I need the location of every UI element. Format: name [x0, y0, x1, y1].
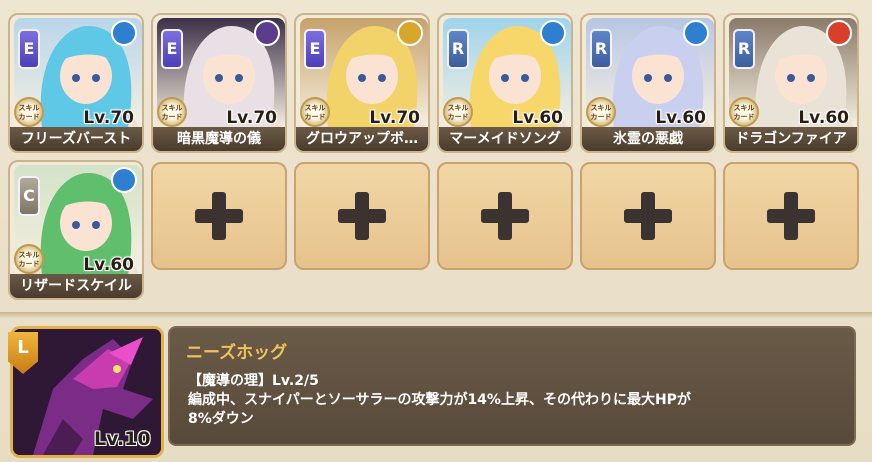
- skill-card-icon: スキル カード: [729, 97, 759, 127]
- water-element-icon: [111, 20, 137, 46]
- water-element-icon: [683, 20, 709, 46]
- light-element-icon: [397, 20, 423, 46]
- unit-name: マーメイドソング: [439, 127, 571, 151]
- unit-card[interactable]: E スキル カード Lv.70 グロウアップボ…: [294, 13, 430, 153]
- rank-badge: E: [18, 29, 40, 69]
- skill-card-icon: スキル カード: [300, 97, 330, 127]
- skill-card-icon: スキル カード: [586, 97, 616, 127]
- unit-name: 氷霊の悪戯: [582, 127, 714, 151]
- unit-level: Lv.70: [226, 108, 277, 128]
- rank-badge: R: [733, 29, 755, 69]
- skill-card-icon: スキル カード: [443, 97, 473, 127]
- leader-level: Lv.10: [94, 428, 151, 450]
- unit-card[interactable]: R スキル カード Lv.60 ドラゴンファイア: [723, 13, 859, 153]
- unit-name: グロウアップボ…: [296, 127, 428, 151]
- unit-card[interactable]: R スキル カード Lv.60 マーメイドソング: [437, 13, 573, 153]
- rank-badge: R: [590, 29, 612, 69]
- water-element-icon: [540, 20, 566, 46]
- unit-level: Lv.70: [369, 108, 420, 128]
- plus-icon: [193, 190, 245, 242]
- desc-line: 8%ダウン: [188, 411, 254, 427]
- water-element-icon: [111, 167, 137, 193]
- leader-skill-panel: ニーズホッグ 【魔導の理】Lv.2/5 編成中、スナイパーとソーサラーの攻撃力が…: [168, 326, 856, 446]
- plus-icon: [765, 190, 817, 242]
- unit-level: Lv.60: [512, 108, 563, 128]
- skill-card-icon: スキル カード: [14, 244, 44, 274]
- fire-element-icon: [826, 20, 852, 46]
- plus-icon: [336, 190, 388, 242]
- unit-card[interactable]: R スキル カード Lv.60 氷霊の悪戯: [580, 13, 716, 153]
- skill-card-icon: スキル カード: [14, 97, 44, 127]
- unit-level: Lv.70: [83, 108, 134, 128]
- unit-card[interactable]: E スキル カード Lv.70 暗黒魔導の儀: [151, 13, 287, 153]
- plus-icon: [479, 190, 531, 242]
- dark-element-icon: [254, 20, 280, 46]
- skill-line: 【魔導の理】Lv.2/5: [188, 373, 319, 389]
- empty-slot[interactable]: [437, 162, 573, 270]
- desc-line: 編成中、スナイパーとソーサラーの攻撃力が14%上昇、その代わりに最大HPが: [188, 392, 691, 408]
- empty-slot[interactable]: [723, 162, 859, 270]
- unit-name: リザードスケイル: [10, 274, 142, 298]
- rank-badge: R: [447, 29, 469, 69]
- section-divider: [0, 312, 872, 318]
- unit-name: フリーズバースト: [10, 127, 142, 151]
- leader-name: ニーズホッグ: [186, 343, 288, 363]
- rank-badge: E: [304, 29, 326, 69]
- plus-icon: [622, 190, 674, 242]
- empty-slot[interactable]: [151, 162, 287, 270]
- skill-card-icon: スキル カード: [157, 97, 187, 127]
- unit-level: Lv.60: [83, 255, 134, 275]
- rank-badge: E: [161, 29, 183, 69]
- leader-skill-description: 【魔導の理】Lv.2/5 編成中、スナイパーとソーサラーの攻撃力が14%上昇、そ…: [188, 372, 828, 429]
- unit-card[interactable]: E スキル カード Lv.70 フリーズバースト: [8, 13, 144, 153]
- unit-name: ドラゴンファイア: [725, 127, 857, 151]
- empty-slot[interactable]: [294, 162, 430, 270]
- empty-slot[interactable]: [580, 162, 716, 270]
- unit-name: 暗黒魔導の儀: [153, 127, 285, 151]
- unit-card[interactable]: C スキル カード Lv.60 リザードスケイル: [8, 160, 144, 300]
- unit-level: Lv.60: [798, 108, 849, 128]
- unit-level: Lv.60: [655, 108, 706, 128]
- rank-badge: C: [18, 176, 40, 216]
